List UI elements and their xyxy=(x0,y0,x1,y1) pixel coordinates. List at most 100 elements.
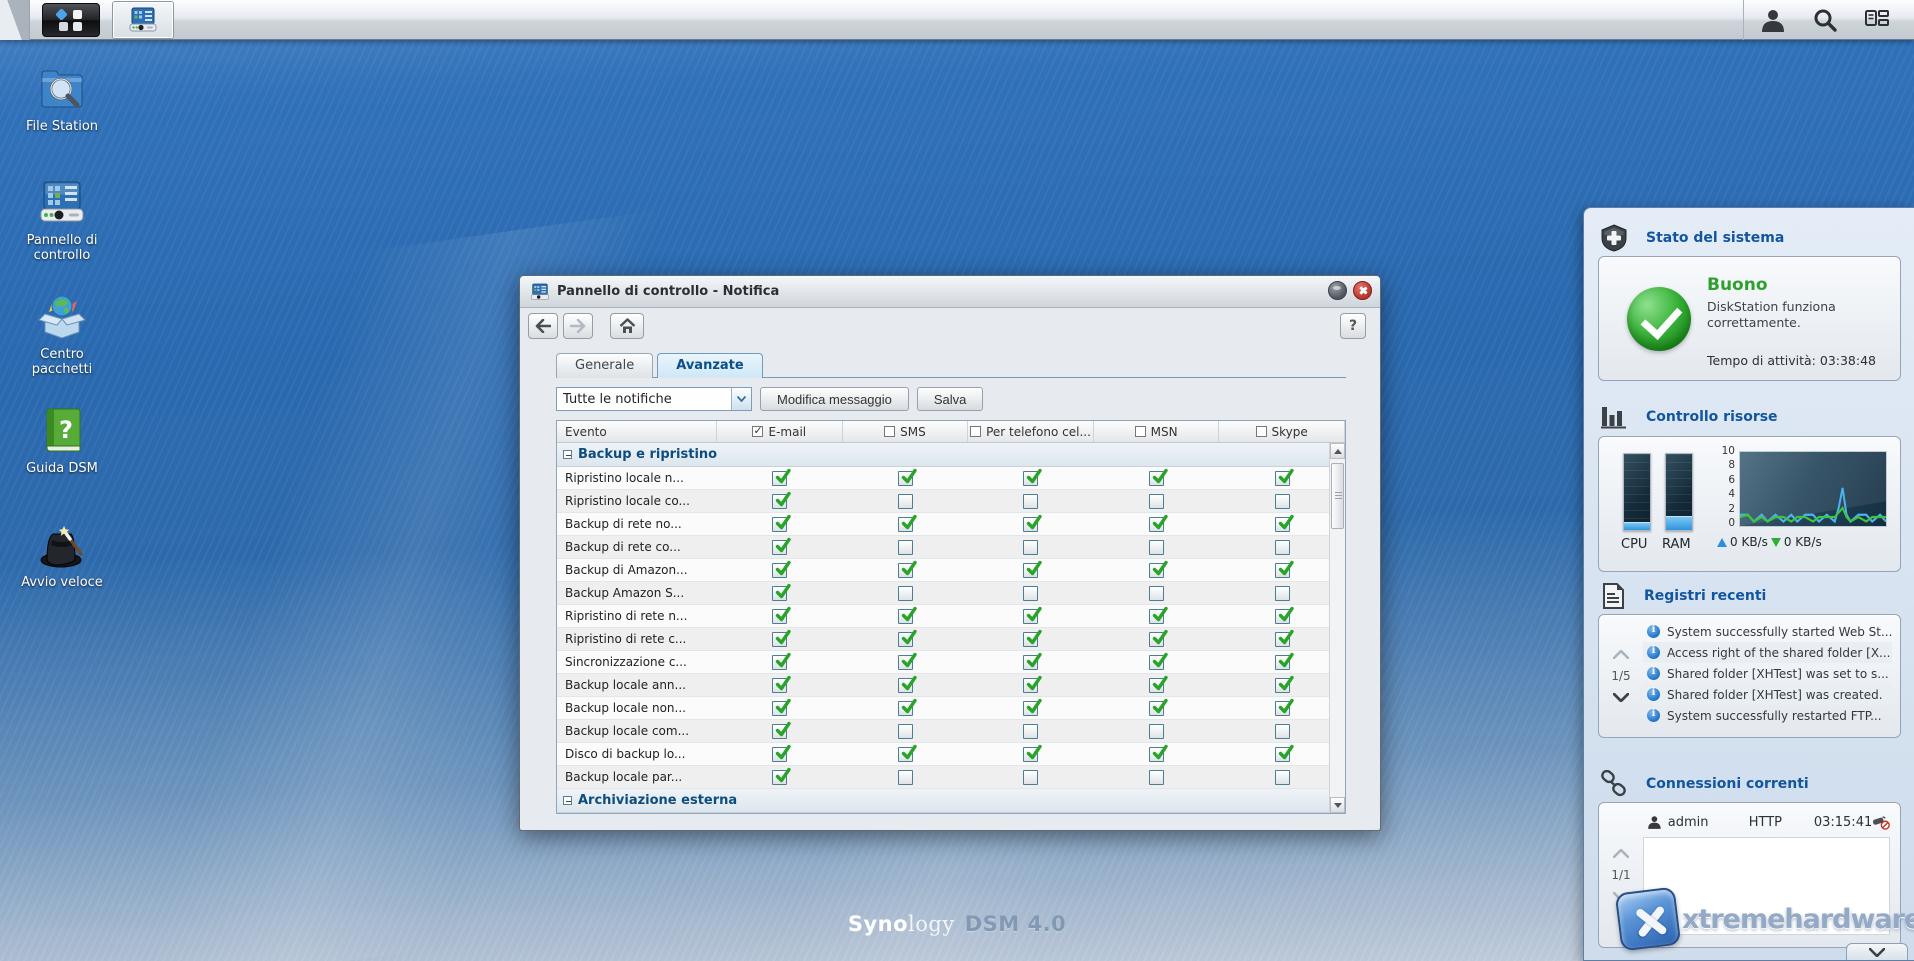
notification-checkbox[interactable] xyxy=(898,609,913,624)
back-button[interactable] xyxy=(528,313,558,339)
notification-checkbox[interactable] xyxy=(898,632,913,647)
column-header-skype[interactable]: Skype xyxy=(1219,421,1345,442)
forward-button[interactable] xyxy=(563,313,593,339)
column-header-msn[interactable]: MSN xyxy=(1094,421,1220,442)
table-row[interactable]: Disco di backup lo... xyxy=(557,743,1345,766)
window-titlebar[interactable]: Pannello di controllo - Notifica xyxy=(520,276,1380,308)
table-row[interactable]: Backup di Amazon... xyxy=(557,559,1345,582)
notification-checkbox[interactable] xyxy=(898,678,913,693)
notification-checkbox[interactable] xyxy=(1275,517,1290,532)
minimize-button[interactable] xyxy=(1328,281,1347,300)
notification-checkbox[interactable] xyxy=(1275,770,1290,785)
notification-checkbox[interactable] xyxy=(1149,471,1164,486)
table-row[interactable]: Backup di rete co... xyxy=(557,536,1345,559)
notification-checkbox[interactable] xyxy=(898,517,913,532)
show-desktop-button[interactable] xyxy=(0,0,30,40)
notification-checkbox[interactable] xyxy=(1149,517,1164,532)
desktop-icon-package-center[interactable]: Centro pacchetti xyxy=(10,292,114,377)
notification-checkbox[interactable] xyxy=(898,655,913,670)
desktop-icon-control-panel[interactable]: Pannello di controllo xyxy=(10,178,114,263)
column-header-sms[interactable]: SMS xyxy=(843,421,969,442)
notification-checkbox[interactable] xyxy=(1275,494,1290,509)
column-header-evento[interactable]: Evento xyxy=(557,421,717,442)
connection-row[interactable]: admin HTTP 03:15:41 xyxy=(1647,811,1890,833)
notification-checkbox[interactable] xyxy=(898,724,913,739)
notification-checkbox[interactable] xyxy=(1023,655,1038,670)
notification-checkbox[interactable] xyxy=(898,563,913,578)
notification-checkbox[interactable] xyxy=(1149,701,1164,716)
table-row[interactable]: Backup locale com... xyxy=(557,720,1345,743)
table-row[interactable]: Backup locale par... xyxy=(557,766,1345,789)
close-button[interactable] xyxy=(1353,281,1372,300)
notification-checkbox[interactable] xyxy=(898,471,913,486)
notification-checkbox[interactable] xyxy=(1149,770,1164,785)
table-row[interactable]: Backup locale non... xyxy=(557,697,1345,720)
notification-checkbox[interactable] xyxy=(1023,471,1038,486)
notification-checkbox[interactable] xyxy=(1275,678,1290,693)
notification-checkbox[interactable] xyxy=(1275,471,1290,486)
pilot-view-icon[interactable] xyxy=(1864,7,1890,33)
scroll-up-button[interactable] xyxy=(1330,443,1345,459)
notification-checkbox[interactable] xyxy=(1275,563,1290,578)
notification-checkbox[interactable] xyxy=(898,701,913,716)
notification-checkbox[interactable] xyxy=(1149,724,1164,739)
notification-checkbox[interactable] xyxy=(772,586,787,601)
notification-checkbox[interactable] xyxy=(898,586,913,601)
notification-checkbox[interactable] xyxy=(898,494,913,509)
tab-avanzate[interactable]: Avanzate xyxy=(657,353,762,378)
table-row[interactable]: Ripristino di rete c... xyxy=(557,628,1345,651)
table-row[interactable]: Ripristino locale n... xyxy=(557,467,1345,490)
notification-checkbox[interactable] xyxy=(1149,563,1164,578)
notification-checkbox[interactable] xyxy=(1023,586,1038,601)
notification-checkbox[interactable] xyxy=(1149,655,1164,670)
notification-checkbox[interactable] xyxy=(1149,632,1164,647)
notification-checkbox[interactable] xyxy=(1149,678,1164,693)
group-header[interactable]: Archiviazione esterna xyxy=(557,789,1345,813)
vertical-scrollbar[interactable] xyxy=(1329,443,1345,813)
notification-checkbox[interactable] xyxy=(1023,632,1038,647)
notification-checkbox[interactable] xyxy=(772,632,787,647)
notification-checkbox[interactable] xyxy=(1023,701,1038,716)
desktop-icon-quick-start[interactable]: Avvio veloce xyxy=(10,520,114,590)
notification-checkbox[interactable] xyxy=(898,770,913,785)
log-entry[interactable]: System successfully started Web St... xyxy=(1643,621,1892,642)
notification-checkbox[interactable] xyxy=(1275,609,1290,624)
table-row[interactable]: Ripristino di rete n... xyxy=(557,605,1345,628)
user-icon[interactable] xyxy=(1760,7,1786,33)
notification-checkbox[interactable] xyxy=(1023,517,1038,532)
table-row[interactable]: Backup locale ann... xyxy=(557,674,1345,697)
notification-checkbox[interactable] xyxy=(772,724,787,739)
column-header-e-mail[interactable]: E-mail xyxy=(717,421,843,442)
notification-checkbox[interactable] xyxy=(1275,701,1290,716)
notification-checkbox[interactable] xyxy=(1023,540,1038,555)
page-down-icon[interactable] xyxy=(1613,693,1629,702)
notification-checkbox[interactable] xyxy=(1149,747,1164,762)
table-row[interactable]: Ripristino locale co... xyxy=(557,490,1345,513)
notification-checkbox[interactable] xyxy=(1023,563,1038,578)
notification-checkbox[interactable] xyxy=(772,540,787,555)
tab-generale[interactable]: Generale xyxy=(556,353,653,378)
notification-checkbox[interactable] xyxy=(1275,632,1290,647)
desktop-icon-dsm-help[interactable]: ?Guida DSM xyxy=(10,406,114,476)
table-row[interactable]: Sincronizzazione c... xyxy=(557,651,1345,674)
log-entry[interactable]: Shared folder [XHTest] was set to s... xyxy=(1643,663,1892,684)
notification-checkbox[interactable] xyxy=(1023,724,1038,739)
notification-checkbox[interactable] xyxy=(1275,540,1290,555)
column-checkbox[interactable] xyxy=(752,426,763,437)
notification-checkbox[interactable] xyxy=(1023,770,1038,785)
notification-checkbox[interactable] xyxy=(772,471,787,486)
help-button[interactable]: ? xyxy=(1340,313,1366,339)
notification-checkbox[interactable] xyxy=(772,517,787,532)
taskbar-app-control-panel[interactable] xyxy=(112,1,174,39)
notification-checkbox[interactable] xyxy=(1275,655,1290,670)
column-checkbox[interactable] xyxy=(1135,426,1146,437)
notification-checkbox[interactable] xyxy=(1149,540,1164,555)
column-checkbox[interactable] xyxy=(970,426,981,437)
disconnect-icon[interactable] xyxy=(1872,815,1890,830)
page-up-icon[interactable] xyxy=(1613,650,1629,659)
log-entry[interactable]: Shared folder [XHTest] was created. xyxy=(1643,684,1892,705)
notification-filter-select[interactable]: Tutte le notifiche xyxy=(556,387,752,411)
notification-checkbox[interactable] xyxy=(772,655,787,670)
notification-checkbox[interactable] xyxy=(1149,609,1164,624)
save-button[interactable]: Salva xyxy=(917,387,984,411)
